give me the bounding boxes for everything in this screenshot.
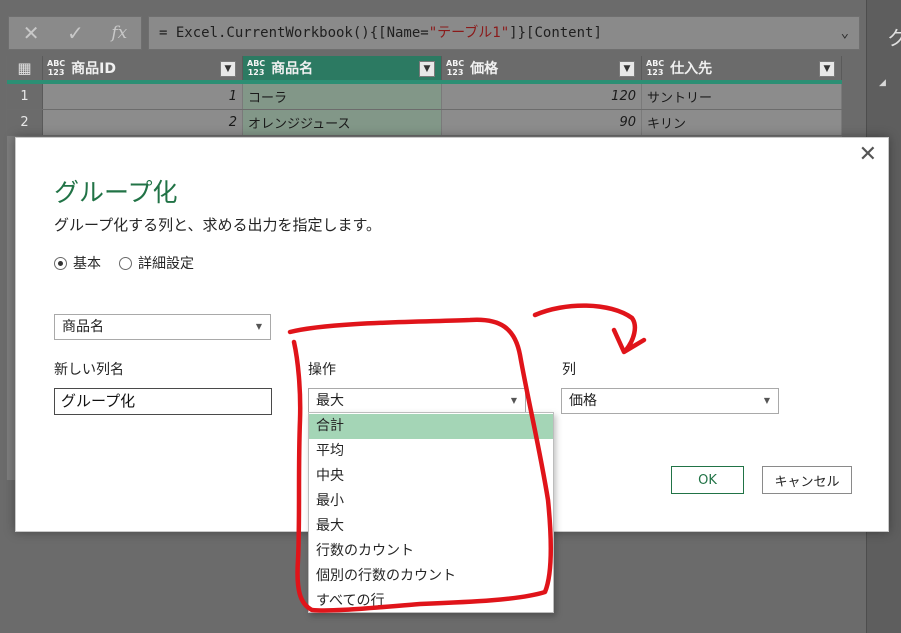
cell-supplier[interactable]: サントリー [642, 84, 842, 109]
ok-button[interactable]: OK [671, 466, 744, 494]
dropdown-option-average[interactable]: 平均 [309, 439, 553, 464]
cell-name[interactable]: コーラ [243, 84, 442, 109]
cell-price[interactable]: 90 [442, 110, 642, 135]
chevron-down-icon: ▼ [763, 396, 770, 405]
dropdown-option-max[interactable]: 最大 [309, 514, 553, 539]
filter-dropdown-icon[interactable]: ▼ [419, 61, 435, 77]
formula-string: "テーブル1" [428, 25, 510, 41]
dropdown-option-min[interactable]: 最小 [309, 489, 553, 514]
radio-selected-icon[interactable] [54, 256, 67, 270]
formula-prefix: = Excel.CurrentWorkbook(){[Name= [159, 25, 429, 41]
column-header-label: 商品名 [271, 61, 314, 77]
cancel-button[interactable]: キャンセル [762, 466, 852, 494]
filter-dropdown-icon[interactable]: ▼ [220, 61, 236, 77]
chevron-down-icon[interactable]: ⌄ [841, 17, 849, 49]
column-header-price[interactable]: ABC 123 価格 ▼ [442, 56, 642, 80]
radio-basic-label: 基本 [73, 256, 101, 272]
column-label: 列 [562, 362, 576, 378]
formula-suffix: ]}[Content] [509, 25, 602, 41]
type-any-icon: ABC 123 [47, 59, 66, 77]
column-header-id[interactable]: ABC 123 商品ID ▼ [43, 56, 243, 80]
dropdown-option-count-distinct[interactable]: 個別の行数のカウント [309, 564, 553, 589]
formula-buttons: ✕ ✓ fx [8, 16, 142, 50]
table-row[interactable]: 1 1 コーラ 120 サントリー [7, 84, 842, 110]
operation-label: 操作 [308, 362, 336, 378]
group-by-select[interactable]: 商品名 ▼ [54, 314, 271, 340]
column-header-label: 価格 [470, 61, 499, 77]
column-value: 価格 [569, 393, 597, 409]
operation-value: 最大 [316, 393, 344, 409]
dropdown-option-all-rows[interactable]: すべての行 [309, 589, 553, 614]
check-icon[interactable]: ✓ [67, 21, 84, 45]
dialog-title: グループ化 [54, 178, 178, 207]
group-by-value: 商品名 [62, 319, 104, 335]
dropdown-option-count-rows[interactable]: 行数のカウント [309, 539, 553, 564]
cell-id[interactable]: 2 [43, 110, 243, 135]
chevron-down-icon: ▼ [510, 396, 517, 405]
cell-id[interactable]: 1 [43, 84, 243, 109]
radio-advanced-label: 詳細設定 [138, 256, 194, 272]
row-number: 1 [7, 84, 43, 109]
mode-radio-group: 基本 詳細設定 [54, 253, 212, 273]
filter-dropdown-icon[interactable]: ▼ [619, 61, 635, 77]
cell-price[interactable]: 120 [442, 84, 642, 109]
column-header-label: 商品ID [71, 61, 117, 77]
expand-triangle-icon[interactable]: ◢ [879, 78, 886, 88]
type-any-icon: ABC 123 [646, 59, 665, 77]
pane-title: ク [887, 26, 901, 50]
table-row[interactable]: 2 2 オレンジジュース 90 キリン [7, 110, 842, 136]
cell-name[interactable]: オレンジジュース [243, 110, 442, 135]
type-any-icon: ABC 123 [446, 59, 465, 77]
filter-dropdown-icon[interactable]: ▼ [819, 61, 835, 77]
fx-icon[interactable]: fx [111, 23, 127, 43]
close-icon[interactable]: ✕ [23, 21, 40, 45]
grid-header: ▦ ABC 123 商品ID ▼ ABC 123 商品名 ▼ ABC 123 価格 ▼… [7, 56, 842, 84]
column-header-name[interactable]: ABC 123 商品名 ▼ [243, 56, 442, 80]
close-icon[interactable]: ✕ [859, 144, 877, 166]
operation-select[interactable]: 最大 ▼ [308, 388, 526, 414]
formula-bar: ✕ ✓ fx = Excel.CurrentWorkbook(){[Name="… [8, 16, 860, 50]
new-column-label: 新しい列名 [54, 362, 124, 378]
formula-input[interactable]: = Excel.CurrentWorkbook(){[Name="テーブル1"]… [148, 16, 860, 50]
radio-advanced[interactable]: 詳細設定 [119, 253, 194, 273]
radio-basic[interactable]: 基本 [54, 253, 101, 273]
dropdown-option-median[interactable]: 中央 [309, 464, 553, 489]
table-menu-icon[interactable]: ▦ [7, 56, 43, 80]
operation-dropdown-list: 合計 平均 中央 最小 最大 行数のカウント 個別の行数のカウント すべての行 [308, 412, 554, 613]
column-header-label: 仕入先 [670, 61, 713, 77]
new-column-name-input[interactable]: グループ化 [54, 388, 272, 415]
dialog-description: グループ化する列と、求める出力を指定します。 [54, 216, 382, 234]
radio-unselected-icon[interactable] [119, 256, 132, 270]
type-any-icon: ABC 123 [247, 59, 266, 77]
column-header-supplier[interactable]: ABC 123 仕入先 ▼ [642, 56, 842, 80]
dropdown-option-sum[interactable]: 合計 [309, 414, 553, 439]
chevron-down-icon: ▼ [255, 322, 262, 331]
cell-supplier[interactable]: キリン [642, 110, 842, 135]
column-select[interactable]: 価格 ▼ [561, 388, 779, 414]
row-number: 2 [7, 110, 43, 135]
